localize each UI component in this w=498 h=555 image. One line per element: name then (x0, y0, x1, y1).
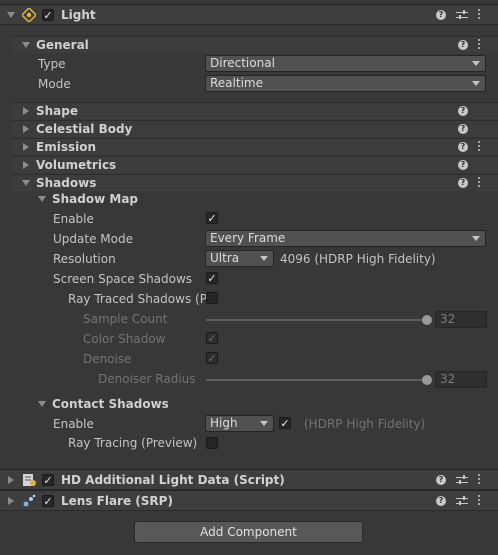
denoiser-radius-label: Denoiser Radius (98, 372, 196, 386)
section-general-label: General (36, 38, 89, 52)
celestial-body-foldout-arrow-icon[interactable] (23, 125, 29, 133)
section-volumetrics-label: Volumetrics (36, 158, 117, 172)
hd-additional-light-data-header[interactable]: ✓ HD Additional Light Data (Script) ? (0, 469, 498, 490)
sample-count-label: Sample Count (83, 312, 168, 326)
denoise-checkbox[interactable]: ✓ (206, 352, 218, 364)
section-shadows-label: Shadows (36, 176, 97, 190)
shadow-map-enable-label: Enable (53, 212, 94, 226)
denoiser-radius-slider-track[interactable] (206, 379, 428, 381)
shadow-map-foldout-arrow-icon[interactable] (38, 196, 46, 202)
contact-shadows-quality-value: High (210, 416, 238, 430)
ray-traced-shadows-label: Ray Traced Shadows (P (68, 292, 207, 306)
hd-additional-enabled-checkbox[interactable]: ✓ (42, 474, 54, 486)
presets-icon[interactable] (456, 496, 468, 506)
lens-flare-enabled-checkbox[interactable]: ✓ (42, 495, 54, 507)
denoiser-radius-field[interactable]: 32 (435, 371, 487, 388)
light-foldout-arrow-icon[interactable] (7, 12, 15, 18)
presets-icon[interactable] (456, 10, 468, 20)
help-icon[interactable]: ? (458, 124, 468, 134)
lens-flare-header[interactable]: ✓ Lens Flare (SRP) ? (0, 490, 498, 511)
section-celestial-body-label: Celestial Body (36, 122, 133, 136)
kebab-menu-icon[interactable] (478, 7, 481, 21)
dropdown-arrow-icon (472, 236, 480, 241)
light-component-header[interactable]: ✓ Light ? (0, 4, 498, 25)
mode-value: Realtime (210, 76, 263, 90)
lens-flare-icon (23, 494, 36, 507)
lens-flare-title: Lens Flare (SRP) (61, 494, 173, 508)
contact-shadows-foldout-arrow-icon[interactable] (38, 401, 46, 407)
hd-additional-foldout-arrow-icon[interactable] (8, 476, 14, 484)
kebab-menu-icon[interactable] (478, 493, 481, 507)
update-mode-dropdown[interactable]: Every Frame (205, 230, 486, 247)
help-icon[interactable]: ? (436, 10, 446, 20)
help-icon[interactable]: ? (436, 496, 446, 506)
color-shadow-checkbox[interactable]: ✓ (206, 332, 218, 344)
shape-foldout-arrow-icon[interactable] (23, 107, 29, 115)
shadow-map-label[interactable]: Shadow Map (52, 192, 138, 206)
presets-icon[interactable] (456, 475, 468, 485)
type-value: Directional (210, 56, 275, 70)
help-icon[interactable]: ? (458, 142, 468, 152)
resolution-dropdown[interactable]: Ultra (205, 250, 274, 267)
shadows-foldout-arrow-icon[interactable] (22, 180, 30, 186)
ray-tracing-preview-checkbox[interactable] (206, 437, 218, 449)
help-icon[interactable]: ? (458, 106, 468, 116)
light-bulb-icon (22, 8, 36, 22)
sample-count-field[interactable]: 32 (435, 311, 487, 328)
section-celestial-body[interactable]: Celestial Body ? (12, 120, 498, 137)
resolution-info: 4096 (HDRP High Fidelity) (280, 252, 436, 266)
mode-dropdown[interactable]: Realtime (205, 75, 486, 92)
contact-shadows-enable-label: Enable (53, 417, 94, 431)
lens-flare-foldout-arrow-icon[interactable] (8, 497, 14, 505)
resolution-label: Resolution (53, 252, 116, 266)
dropdown-arrow-icon (472, 81, 480, 86)
screen-space-shadows-label: Screen Space Shadows (53, 272, 193, 286)
kebab-menu-icon[interactable] (478, 472, 481, 486)
section-volumetrics[interactable]: Volumetrics ? (12, 156, 498, 173)
sample-count-slider-track[interactable] (206, 319, 428, 321)
update-mode-value: Every Frame (210, 231, 286, 245)
section-shape[interactable]: Shape ? (12, 102, 498, 119)
section-emission[interactable]: Emission ? (12, 138, 498, 155)
light-enabled-checkbox[interactable]: ✓ (42, 9, 54, 21)
section-shape-label: Shape (36, 104, 79, 118)
section-shadows[interactable]: Shadows ? (12, 174, 498, 191)
help-icon[interactable]: ? (458, 178, 468, 188)
dropdown-arrow-icon (260, 421, 268, 426)
help-icon[interactable]: ? (458, 160, 468, 170)
ray-traced-shadows-checkbox[interactable] (206, 292, 218, 304)
denoise-label: Denoise (83, 352, 132, 366)
script-icon (23, 474, 36, 486)
contact-shadows-enable-checkbox[interactable]: ✓ (279, 417, 291, 429)
update-mode-label: Update Mode (53, 232, 133, 246)
ray-tracing-preview-label: Ray Tracing (Preview) (68, 436, 198, 450)
help-icon[interactable]: ? (436, 475, 446, 485)
section-general[interactable]: General ? (12, 36, 498, 53)
contact-shadows-label[interactable]: Contact Shadows (52, 397, 169, 411)
color-shadow-label: Color Shadow (83, 332, 166, 346)
section-emission-label: Emission (36, 140, 96, 154)
sample-count-slider-thumb[interactable] (422, 315, 432, 325)
hd-additional-title: HD Additional Light Data (Script) (61, 473, 285, 487)
add-component-button[interactable]: Add Component (134, 521, 363, 543)
screen-space-shadows-checkbox[interactable]: ✓ (206, 272, 218, 284)
contact-shadows-info: (HDRP High Fidelity) (304, 417, 426, 431)
resolution-value: Ultra (210, 251, 240, 265)
kebab-menu-icon[interactable] (478, 37, 481, 51)
kebab-menu-icon[interactable] (478, 175, 481, 189)
general-foldout-arrow-icon[interactable] (22, 42, 30, 48)
light-component-title: Light (61, 8, 96, 22)
emission-foldout-arrow-icon[interactable] (23, 143, 29, 151)
kebab-menu-icon[interactable] (478, 139, 481, 153)
mode-label: Mode (38, 77, 71, 91)
denoiser-radius-slider-thumb[interactable] (422, 375, 432, 385)
volumetrics-foldout-arrow-icon[interactable] (23, 161, 29, 169)
type-dropdown[interactable]: Directional (205, 55, 486, 72)
type-label: Type (38, 57, 66, 71)
shadow-map-enable-checkbox[interactable]: ✓ (206, 212, 218, 224)
dropdown-arrow-icon (260, 256, 268, 261)
help-icon[interactable]: ? (458, 40, 468, 50)
contact-shadows-quality-dropdown[interactable]: High (205, 415, 274, 432)
dropdown-arrow-icon (472, 61, 480, 66)
